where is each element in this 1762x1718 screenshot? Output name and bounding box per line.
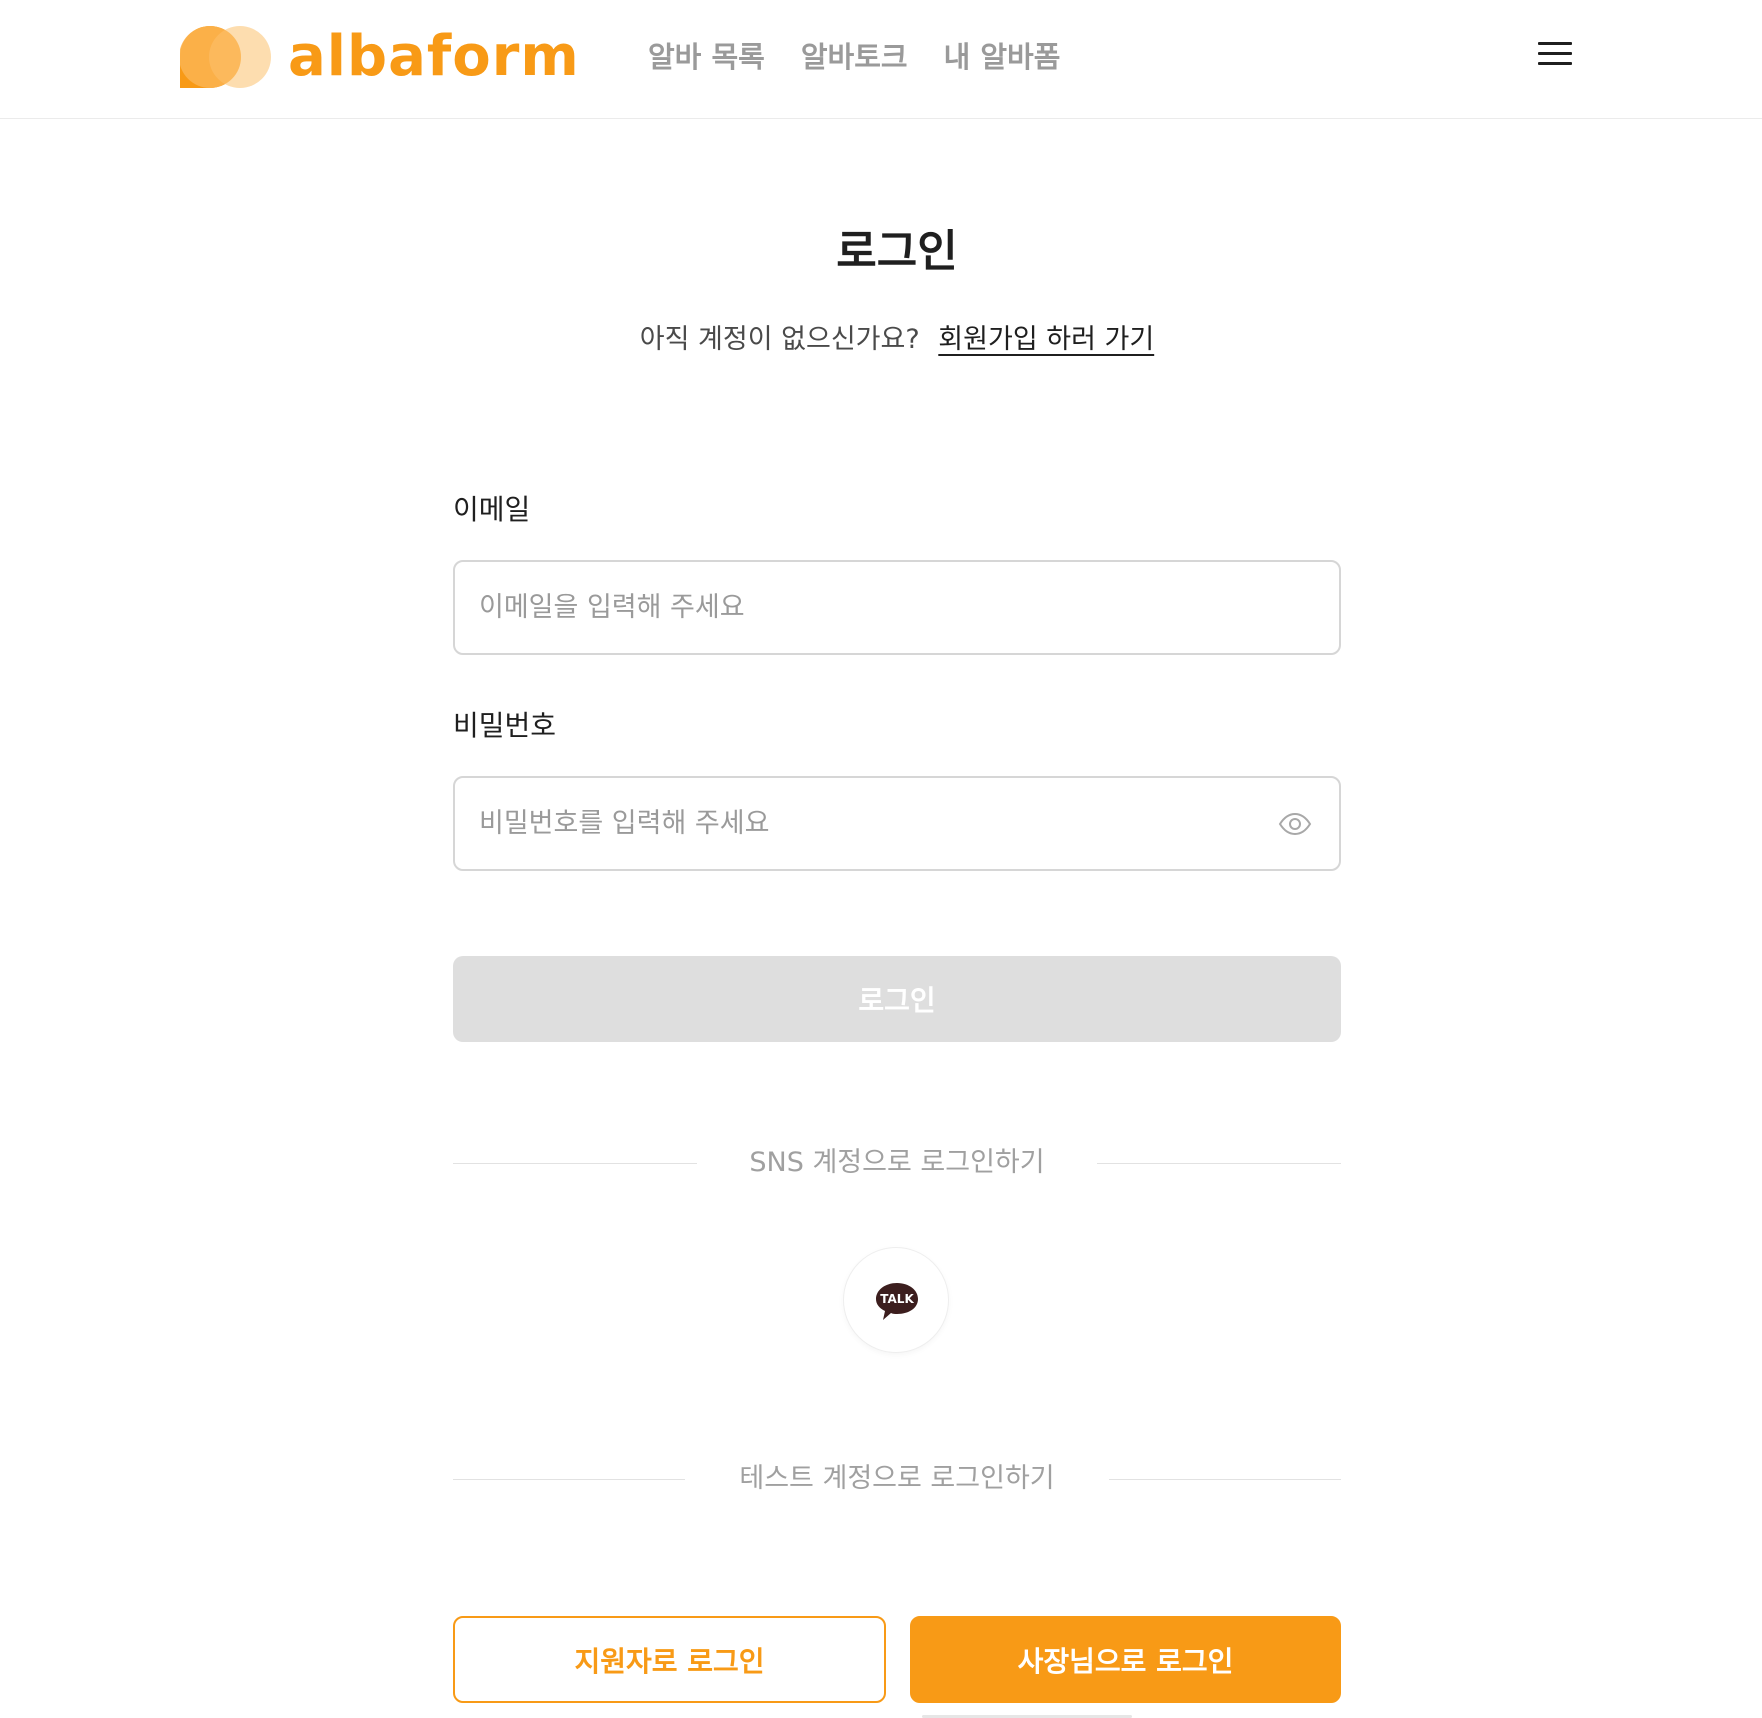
kakao-talk-icon: TALK — [876, 1283, 918, 1320]
sns-divider: SNS 계정으로 로그인하기 — [453, 1143, 1341, 1183]
nav-item-alba-talk[interactable]: 알바토크 — [801, 34, 908, 76]
nav-item-alba-list[interactable]: 알바 목록 — [648, 34, 765, 76]
kakao-talk-label: TALK — [880, 1292, 914, 1306]
menu-bar — [1538, 62, 1572, 65]
top-header: albaform 알바 목록 알바토크 내 알바폼 — [0, 0, 1762, 119]
signup-prompt-line: 아직 계정이 없으신가요? 회원가입 하러 가기 — [0, 320, 1762, 360]
login-button[interactable]: 로그인 — [453, 956, 1341, 1042]
menu-bar — [1538, 42, 1572, 45]
divider-line — [1097, 1163, 1341, 1164]
main-nav: 알바 목록 알바토크 내 알바폼 — [648, 30, 1060, 80]
email-input[interactable] — [479, 562, 1259, 653]
eye-icon[interactable] — [1278, 807, 1312, 841]
owner-login-button[interactable]: 사장님으로 로그인 — [910, 1616, 1341, 1703]
nav-item-my-albaform[interactable]: 내 알바폼 — [944, 34, 1061, 76]
menu-bar — [1538, 52, 1572, 55]
logo-mark-icon — [180, 26, 271, 88]
page-title: 로그인 — [836, 226, 958, 277]
logo-text: albaform — [288, 24, 580, 89]
password-field-box — [453, 776, 1341, 871]
applicant-login-button[interactable]: 지원자로 로그인 — [453, 1616, 886, 1703]
divider-line — [1109, 1479, 1341, 1480]
signup-link[interactable]: 회원가입 하러 가기 — [938, 324, 1154, 355]
email-field-box — [453, 560, 1341, 655]
email-label: 이메일 — [453, 493, 531, 526]
albaform-logo[interactable]: albaform — [180, 26, 580, 88]
signup-prompt-text: 아직 계정이 없으신가요? — [639, 324, 920, 355]
password-label: 비밀번호 — [453, 709, 557, 742]
hamburger-menu-icon[interactable] — [1535, 38, 1575, 70]
test-divider: 테스트 계정으로 로그인하기 — [453, 1459, 1341, 1499]
kakao-login-button[interactable]: TALK — [843, 1247, 949, 1353]
password-input[interactable] — [479, 778, 1259, 869]
